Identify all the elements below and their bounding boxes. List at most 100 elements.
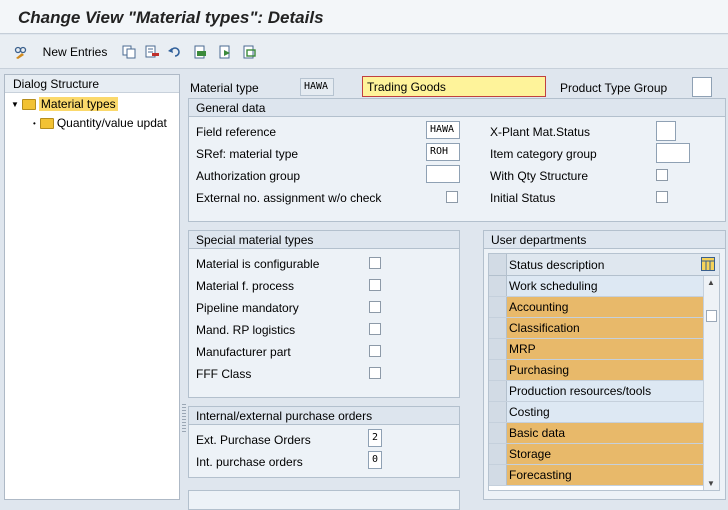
undo-button[interactable] — [166, 43, 184, 61]
int-purchase-orders-input[interactable]: 0 — [368, 451, 382, 469]
select-all-rows-cell[interactable] — [489, 254, 507, 275]
table-row[interactable]: Production resources/tools — [489, 381, 703, 402]
fff-class-checkbox[interactable] — [369, 367, 381, 379]
table-row[interactable]: Basic data — [489, 423, 703, 444]
tree-item-material-types[interactable]: ▼ Material types — [11, 95, 181, 113]
table-row[interactable]: Accounting — [489, 297, 703, 318]
row-selector[interactable] — [489, 381, 507, 401]
initial-status-checkbox[interactable] — [656, 191, 668, 203]
xplant-status-input[interactable] — [656, 121, 676, 141]
special-type-label: Manufacturer part — [196, 345, 291, 359]
mand-rp-logistics-checkbox[interactable] — [369, 323, 381, 335]
table-row[interactable]: Storage — [489, 444, 703, 465]
row-selector[interactable] — [489, 339, 507, 359]
select-all-icon — [194, 45, 206, 59]
ext-purchase-orders-input[interactable]: 2 — [368, 429, 382, 447]
row-label: Accounting — [509, 300, 569, 314]
external-no-assignment-label: External no. assignment w/o check — [196, 191, 382, 205]
table-scrollbar[interactable]: ▲ ▼ — [703, 276, 719, 490]
item-category-group-label: Item category group — [490, 147, 597, 161]
user-departments-table: Status description Work scheduling Accoun… — [488, 253, 720, 491]
row-label: Production resources/tools — [509, 384, 652, 398]
material-type-field: HAWA — [300, 78, 334, 96]
product-type-group-label: Product Type Group — [560, 81, 668, 95]
row-label: Storage — [509, 447, 552, 461]
tree-item-quantity-value[interactable]: • Quantity/value updat — [33, 114, 181, 132]
row-selector[interactable] — [489, 297, 507, 317]
table-row[interactable]: MRP — [489, 339, 703, 360]
row-selector[interactable] — [489, 444, 507, 464]
row-selector[interactable] — [489, 318, 507, 338]
field-reference-input[interactable]: HAWA — [426, 121, 460, 139]
sref-material-type-input[interactable]: ROH — [426, 143, 460, 161]
special-type-label: FFF Class — [196, 367, 252, 381]
table-header: Status description — [489, 254, 719, 276]
copy-button[interactable] — [120, 43, 138, 61]
new-entries-button[interactable]: New Entries — [38, 43, 112, 61]
display-change-button[interactable] — [12, 43, 30, 61]
authorization-group-label: Authorization group — [196, 169, 301, 183]
deselect-all-button[interactable] — [240, 43, 258, 61]
table-settings-icon[interactable] — [701, 257, 715, 271]
material-f-process-checkbox[interactable] — [369, 279, 381, 291]
with-qty-structure-checkbox[interactable] — [656, 169, 668, 181]
purchase-orders-title: Internal/external purchase orders — [189, 407, 459, 425]
special-material-types-title: Special material types — [189, 231, 459, 249]
scroll-up-icon[interactable]: ▲ — [707, 278, 715, 287]
table-row[interactable]: Classification — [489, 318, 703, 339]
page-title: Change View "Material types": Details — [18, 8, 324, 27]
special-type-label: Pipeline mandatory — [196, 301, 299, 315]
row-label: Costing — [509, 405, 550, 419]
deselect-all-icon — [243, 45, 256, 59]
with-qty-structure-label: With Qty Structure — [490, 169, 589, 183]
next-group — [188, 490, 460, 510]
row-label: MRP — [509, 342, 536, 356]
special-type-label: Mand. RP logistics — [196, 323, 296, 337]
delete-button[interactable] — [143, 43, 161, 61]
row-selector[interactable] — [489, 465, 507, 485]
row-selector[interactable] — [489, 276, 507, 296]
row-label: Classification — [509, 321, 580, 335]
table-row[interactable]: Purchasing — [489, 360, 703, 381]
manufacturer-part-checkbox[interactable] — [369, 345, 381, 357]
splitter-handle[interactable] — [182, 74, 187, 500]
row-label: Forecasting — [509, 468, 572, 482]
select-block-button[interactable] — [216, 43, 234, 61]
special-type-label: Material f. process — [196, 279, 295, 293]
authorization-group-input[interactable] — [426, 165, 460, 183]
select-all-button[interactable] — [191, 43, 209, 61]
row-label: Work scheduling — [509, 279, 598, 293]
xplant-status-label: X-Plant Mat.Status — [490, 125, 591, 139]
item-category-group-input[interactable] — [656, 143, 690, 163]
expand-triangle-icon[interactable]: ▼ — [11, 100, 19, 109]
tree-item-label: Material types — [38, 97, 118, 111]
row-selector[interactable] — [489, 423, 507, 443]
field-reference-label: Field reference — [196, 125, 277, 139]
external-no-assignment-checkbox[interactable] — [446, 191, 458, 203]
table-row[interactable]: Work scheduling — [489, 276, 703, 297]
material-type-label: Material type — [190, 81, 259, 95]
table-row[interactable]: Forecasting — [489, 465, 703, 486]
tree-bullet-icon: • — [33, 118, 36, 128]
table-body: Work scheduling Accounting Classification M… — [489, 276, 703, 490]
initial-status-label: Initial Status — [490, 191, 556, 205]
table-row[interactable]: Costing — [489, 402, 703, 423]
status-description-header[interactable]: Status description — [509, 258, 604, 272]
delete-icon — [145, 45, 159, 58]
folder-icon — [21, 98, 36, 110]
general-data-title: General data — [189, 99, 725, 117]
folder-icon — [39, 117, 54, 129]
material-configurable-checkbox[interactable] — [369, 257, 381, 269]
material-type-description-input[interactable]: Trading Goods — [362, 76, 546, 97]
row-label: Purchasing — [509, 363, 570, 377]
new-entries-label: New Entries — [42, 45, 108, 59]
title-bar: Change View "Material types": Details — [0, 0, 728, 34]
scroll-down-icon[interactable]: ▼ — [707, 479, 715, 488]
product-type-group-field[interactable] — [692, 77, 712, 97]
row-selector[interactable] — [489, 360, 507, 380]
undo-icon — [168, 47, 180, 57]
scroll-thumb[interactable] — [706, 310, 717, 322]
pipeline-mandatory-checkbox[interactable] — [369, 301, 381, 313]
row-selector[interactable] — [489, 402, 507, 422]
user-departments-title: User departments — [484, 231, 725, 249]
